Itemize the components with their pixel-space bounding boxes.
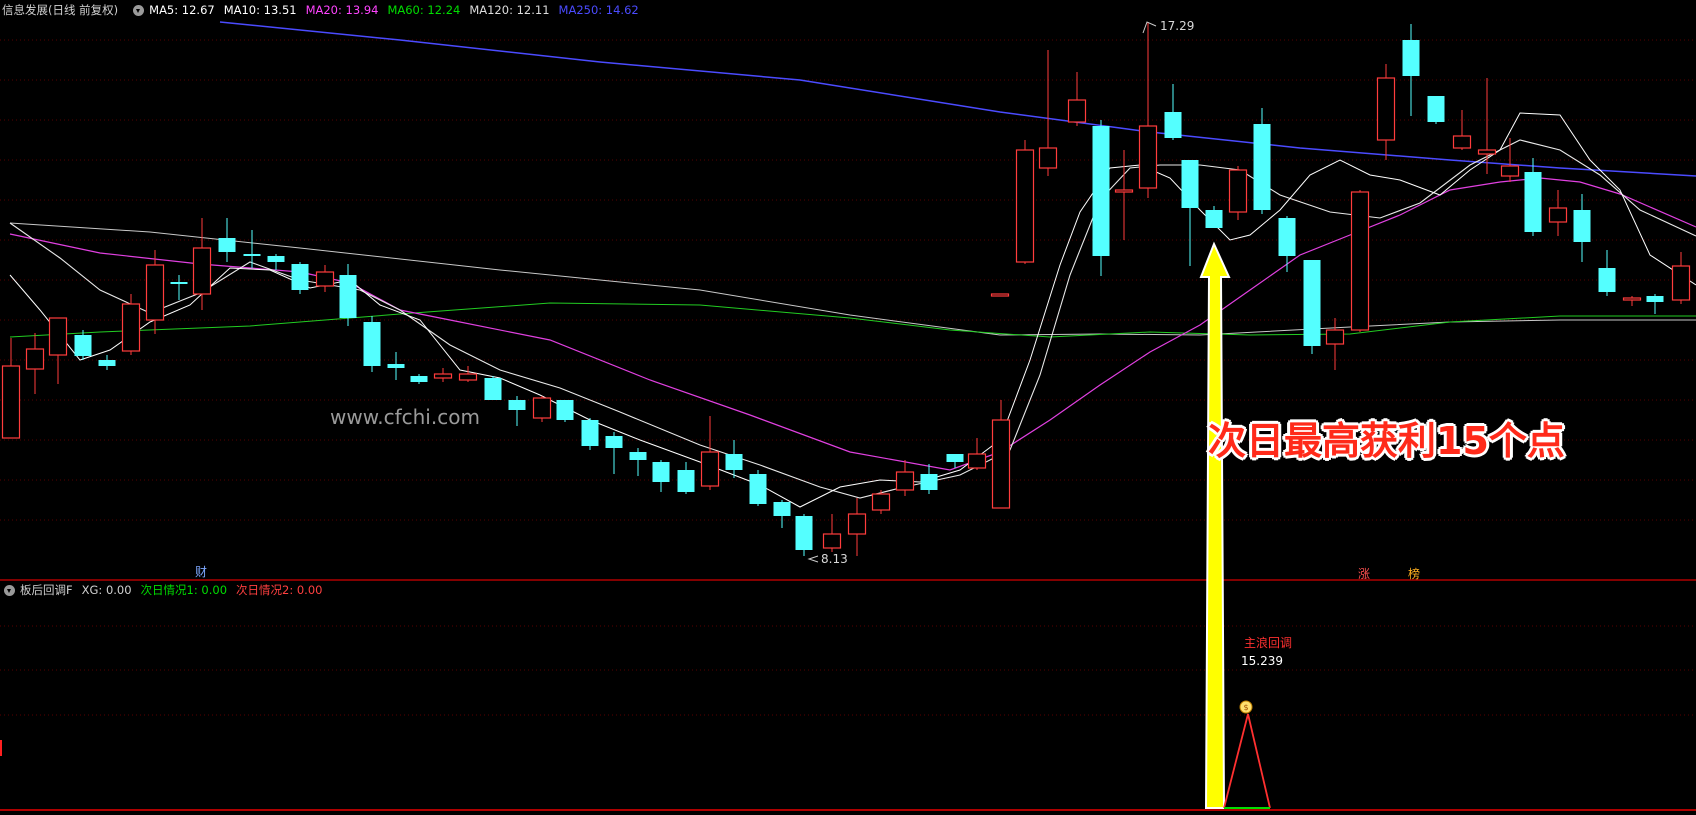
- sub-grid: [0, 625, 1696, 716]
- profit-annotation: 次日最高获利15个点: [1208, 419, 1565, 463]
- candle: [170, 275, 188, 300]
- watermark: www.cfchi.com: [330, 405, 480, 429]
- candle: [700, 416, 720, 490]
- candle: [1015, 140, 1035, 264]
- money-bag-icon: $: [1239, 700, 1253, 714]
- sub-chart-legend: 板后回调F XG: 0.00 次日情况1: 0.00 次日情况2: 0.00: [0, 580, 322, 600]
- candle: [1452, 110, 1472, 150]
- candle: [822, 514, 842, 552]
- candle: [749, 470, 767, 506]
- candle: [629, 448, 647, 476]
- candles-group: [1, 22, 1691, 556]
- candle: [145, 250, 165, 334]
- candle: [1, 338, 21, 439]
- sub-indicator-menu-icon[interactable]: [4, 584, 15, 596]
- candle: [458, 366, 478, 382]
- case2-value: 次日情况2: 0.00: [236, 583, 323, 597]
- candle: [1092, 120, 1110, 276]
- candle: [1402, 24, 1420, 116]
- candle: [1278, 216, 1296, 272]
- candle: [1622, 296, 1642, 306]
- candle: [1350, 190, 1370, 332]
- signal-title: 主浪回调: [1244, 636, 1293, 650]
- candle: [677, 462, 695, 494]
- candle: [1427, 96, 1445, 124]
- candle: [581, 418, 599, 450]
- candle: [1181, 160, 1199, 266]
- candle: [795, 514, 813, 556]
- candle: [1205, 206, 1223, 228]
- candle: [1164, 84, 1182, 140]
- signal-triangle: [1223, 713, 1271, 809]
- candle: [315, 265, 335, 292]
- candle: [1228, 166, 1248, 220]
- svg-text:$: $: [1243, 703, 1248, 712]
- candle: [243, 230, 261, 268]
- candle: [1524, 158, 1542, 236]
- finance-flag[interactable]: 财: [195, 563, 207, 580]
- candle: [605, 432, 623, 474]
- candle: [1067, 72, 1087, 126]
- candle: [218, 218, 236, 262]
- candle: [192, 218, 212, 310]
- candle: [1253, 108, 1271, 214]
- case1-value: 次日情况1: 0.00: [140, 583, 228, 597]
- sub-left-marker: [0, 740, 2, 756]
- kline-chart[interactable]: $: [0, 0, 1696, 815]
- candle: [291, 262, 309, 294]
- candle: [1671, 252, 1691, 304]
- candle: [1138, 22, 1158, 198]
- candle: [363, 316, 381, 372]
- limit-up-flag[interactable]: 涨: [1358, 565, 1370, 582]
- candle: [433, 368, 453, 382]
- candle: [1548, 190, 1568, 236]
- candle: [25, 333, 45, 394]
- candle: [1376, 64, 1396, 160]
- low-price-label: 8.13: [821, 552, 848, 566]
- candle: [847, 498, 867, 556]
- candle: [773, 500, 791, 528]
- candle: [990, 293, 1010, 297]
- candle: [1325, 318, 1345, 370]
- xg-value: XG: 0.00: [81, 583, 132, 597]
- candle: [267, 254, 285, 270]
- candle: [484, 376, 502, 400]
- candle: [532, 396, 552, 422]
- ma250-line: [219, 21, 1696, 177]
- candle: [1038, 50, 1058, 176]
- candle: [1598, 250, 1616, 296]
- candle: [1303, 260, 1321, 354]
- low-marker: [807, 555, 819, 563]
- candle: [121, 294, 141, 355]
- candle: [920, 464, 938, 494]
- candle: [652, 460, 670, 492]
- candle: [339, 264, 357, 326]
- candle: [1646, 294, 1664, 314]
- candle: [48, 317, 68, 384]
- signal-value: 15.239: [1241, 654, 1283, 668]
- candle: [991, 400, 1011, 509]
- yellow-arrow: [1199, 241, 1231, 809]
- candle: [387, 352, 405, 380]
- candle: [98, 355, 116, 370]
- candle: [74, 330, 92, 360]
- candle: [1573, 194, 1591, 262]
- candle: [1114, 150, 1134, 240]
- indicator-name: 板后回调F: [20, 583, 73, 597]
- candle: [556, 400, 574, 422]
- high-marker: [1142, 21, 1157, 34]
- candle: [967, 438, 987, 470]
- rank-flag[interactable]: 榜: [1408, 565, 1420, 582]
- candle: [508, 396, 526, 426]
- candle: [895, 460, 915, 496]
- high-price-label: 17.29: [1160, 19, 1195, 33]
- candle: [871, 490, 891, 514]
- candle: [410, 374, 428, 384]
